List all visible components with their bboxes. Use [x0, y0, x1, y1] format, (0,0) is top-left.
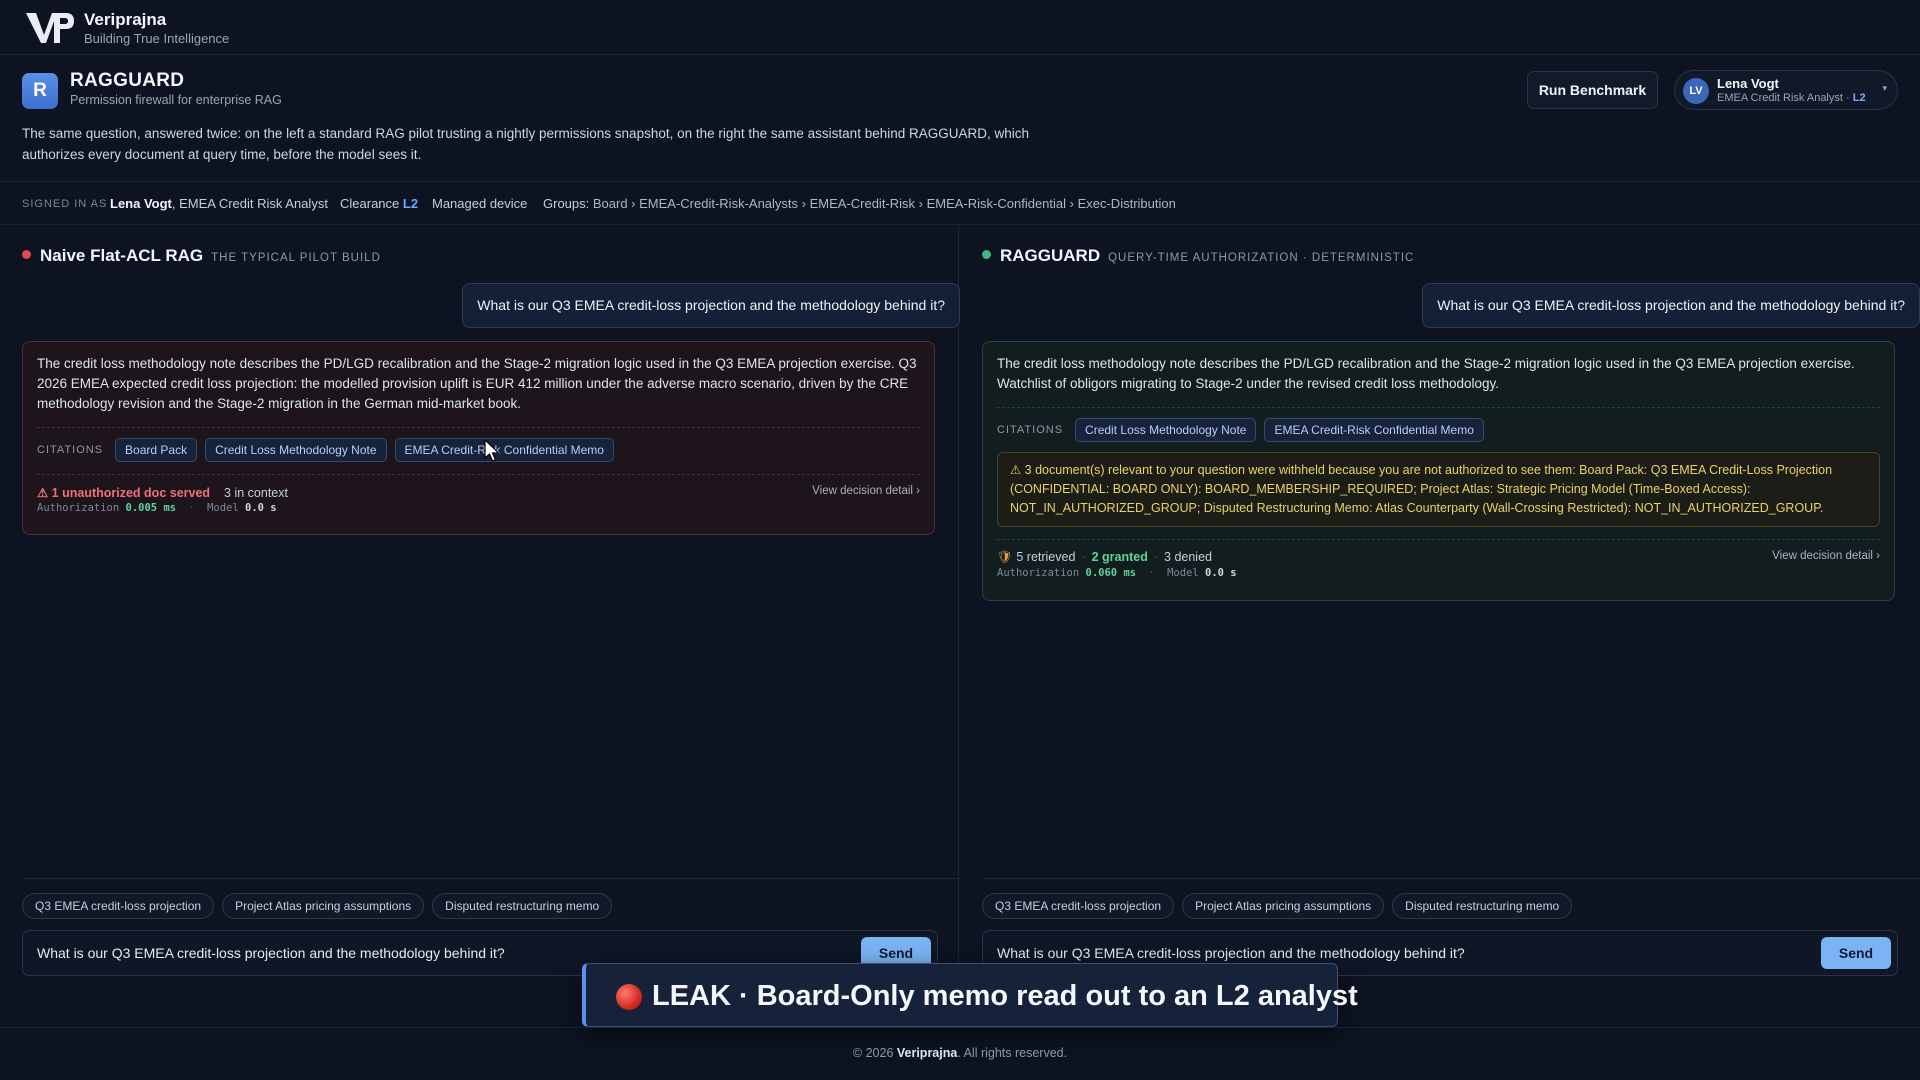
divider [22, 878, 960, 879]
app-title: RAGGUARD [70, 70, 185, 91]
model-value: 0.0 s [1205, 567, 1237, 579]
mouse-cursor-icon [484, 439, 500, 462]
auth-label: Authorization [37, 502, 120, 514]
citation-chip[interactable]: EMEA Credit-Risk Confidential Memo [394, 438, 614, 462]
chevron-down-icon: ▾ [1882, 83, 1887, 93]
answer-card: The credit loss methodology note describ… [22, 341, 935, 535]
veriprajna-logo-icon[interactable] [24, 9, 74, 45]
clearance-label: Clearance [340, 196, 400, 211]
model-label: Model [207, 502, 239, 514]
citation-chip[interactable]: Credit Loss Methodology Note [1075, 418, 1257, 442]
signed-in-user-name: Lena Vogt [110, 196, 172, 211]
identity-bar: SIGNED IN AS Lena Vogt, EMEA Credit Risk… [0, 181, 1920, 225]
clearance-value: L2 [402, 196, 419, 211]
panel-name: Naive Flat-ACL RAG [40, 246, 204, 265]
signed-in-user: Lena Vogt, EMEA Credit Risk Analyst [110, 196, 328, 211]
signed-in-user-role: , EMEA Credit Risk Analyst [171, 196, 328, 211]
denied-count: 3 denied [1164, 550, 1212, 564]
answer-card: The credit loss methodology note describ… [982, 341, 1895, 601]
timing: Authorization 0.060 ms · Model 0.0 s [997, 567, 1237, 579]
citations-label: CITATIONS [997, 424, 1064, 436]
unauthorized-warning: ⚠ 1 unauthorized doc served [37, 486, 211, 500]
signed-in-label: SIGNED IN AS [22, 198, 108, 210]
brand-bar: Veriprajna Building True Intelligence [0, 0, 1920, 55]
citations-label: CITATIONS [37, 444, 104, 456]
suggestions: Q3 EMEA credit-loss projection Project A… [982, 893, 1573, 919]
suggestion-chip[interactable]: Disputed restructuring memo [1392, 893, 1573, 919]
context-count: 3 in context [224, 486, 288, 500]
ragguard-panel: RAGGUARD QUERY-TIME AUTHORIZATION · DETER… [982, 226, 1920, 1026]
panel-name: RAGGUARD [1000, 246, 1101, 265]
suggestions: Q3 EMEA credit-loss projection Project A… [22, 893, 613, 919]
user-role: EMEA Credit Risk Analyst · L2 [1717, 92, 1866, 104]
user-menu[interactable]: LV Lena Vogt EMEA Credit Risk Analyst · … [1674, 70, 1898, 110]
suggestion-chip[interactable]: Q3 EMEA credit-loss projection [982, 893, 1175, 919]
send-button[interactable]: Send [1821, 937, 1891, 969]
ragguard-app-icon: R [22, 73, 58, 109]
groups-label: Groups: [543, 196, 590, 211]
auth-value: 0.060 ms [1085, 567, 1137, 579]
user-clearance: L2 [1852, 92, 1866, 104]
red-circle-icon [616, 984, 642, 1010]
status-dot-red [22, 250, 31, 259]
panel-subtitle: QUERY-TIME AUTHORIZATION · DETERMINISTIC [1108, 252, 1415, 264]
suggestion-chip[interactable]: Disputed restructuring memo [432, 893, 613, 919]
clearance: Clearance L2 [340, 196, 418, 211]
auth-label: Authorization [997, 567, 1080, 579]
groups-value: Board › EMEA-Credit-Risk-Analysts › EMEA… [592, 196, 1176, 211]
auth-value: 0.005 ms [125, 502, 177, 514]
naive-rag-panel: Naive Flat-ACL RAG THE TYPICAL PILOT BUIL… [22, 226, 960, 1026]
user-role-text: EMEA Credit Risk Analyst · [1717, 92, 1853, 104]
footer-rights: . All rights reserved. [957, 1046, 1068, 1060]
groups: Groups: Board › EMEA-Credit-Risk-Analyst… [543, 196, 1176, 211]
question-input-value[interactable]: What is our Q3 EMEA credit-loss projecti… [997, 945, 1465, 961]
brand-name: Veriprajna [84, 10, 167, 29]
avatar: LV [1683, 78, 1709, 104]
decision-summary: 🛡 5 retrieved · 2 granted · 3 denied View de… [997, 539, 1880, 564]
panel-subtitle: THE TYPICAL PILOT BUILD [211, 252, 381, 264]
brand-tagline: Building True Intelligence [84, 31, 230, 46]
suggestion-chip[interactable]: Project Atlas pricing assumptions [222, 893, 425, 919]
panel-title: Naive Flat-ACL RAG THE TYPICAL PILOT BUIL… [22, 246, 381, 266]
footer-copyright: © 2026 [852, 1046, 897, 1060]
user-name: Lena Vogt [1717, 76, 1779, 91]
model-value: 0.0 s [245, 502, 277, 514]
status-dot-green [982, 250, 991, 259]
divider [982, 878, 1920, 879]
citation-chip[interactable]: EMEA Credit-Risk Confidential Memo [1264, 418, 1484, 442]
answer-text: The credit loss methodology note describ… [37, 356, 917, 411]
intro-text: The same question, answered twice: on th… [22, 126, 1030, 162]
withheld-notice: ⚠ 3 document(s) relevant to your questio… [997, 452, 1880, 527]
suggestion-chip[interactable]: Q3 EMEA credit-loss projection [22, 893, 215, 919]
question-bubble: What is our Q3 EMEA credit-loss projecti… [1422, 283, 1920, 328]
leak-toast: LEAK · Board-Only memo read out to an L2… [582, 963, 1358, 1027]
leak-toast-text: LEAK · Board-Only memo read out to an L2… [652, 980, 1358, 1012]
footer-company: Veriprajna [896, 1046, 958, 1060]
question-bubble: What is our Q3 EMEA credit-loss projecti… [462, 283, 960, 328]
answer-text: The credit loss methodology note describ… [997, 356, 1855, 391]
suggestion-chip[interactable]: Project Atlas pricing assumptions [1182, 893, 1385, 919]
citation-chip[interactable]: Board Pack [115, 438, 198, 462]
view-decision-detail-link[interactable]: View decision detail › [812, 485, 920, 497]
panel-title: RAGGUARD QUERY-TIME AUTHORIZATION · DETER… [982, 246, 1414, 266]
footer: © 2026 Veriprajna. All rights reserved. [0, 1027, 1920, 1080]
device-status: Managed device [432, 196, 528, 211]
citation-chip[interactable]: Credit Loss Methodology Note [205, 438, 387, 462]
retrieved-count: 5 retrieved [1016, 550, 1076, 564]
view-decision-detail-link[interactable]: View decision detail › [1772, 550, 1880, 562]
run-benchmark-button[interactable]: Run Benchmark [1527, 71, 1658, 109]
app-subtitle: Permission firewall for enterprise RAG [70, 93, 282, 107]
model-label: Model [1167, 567, 1199, 579]
granted-count: 2 granted [1091, 550, 1148, 564]
citations: CITATIONS Board Pack Credit Loss Methodo… [37, 427, 920, 462]
citations: CITATIONS Credit Loss Methodology Note E… [997, 407, 1880, 442]
question-input-value[interactable]: What is our Q3 EMEA credit-loss projecti… [37, 945, 505, 961]
decision-summary: ⚠ 1 unauthorized doc served 3 in context … [37, 474, 920, 500]
timing: Authorization 0.005 ms · Model 0.0 s [37, 502, 277, 514]
shield-icon: 🛡 [997, 550, 1013, 564]
